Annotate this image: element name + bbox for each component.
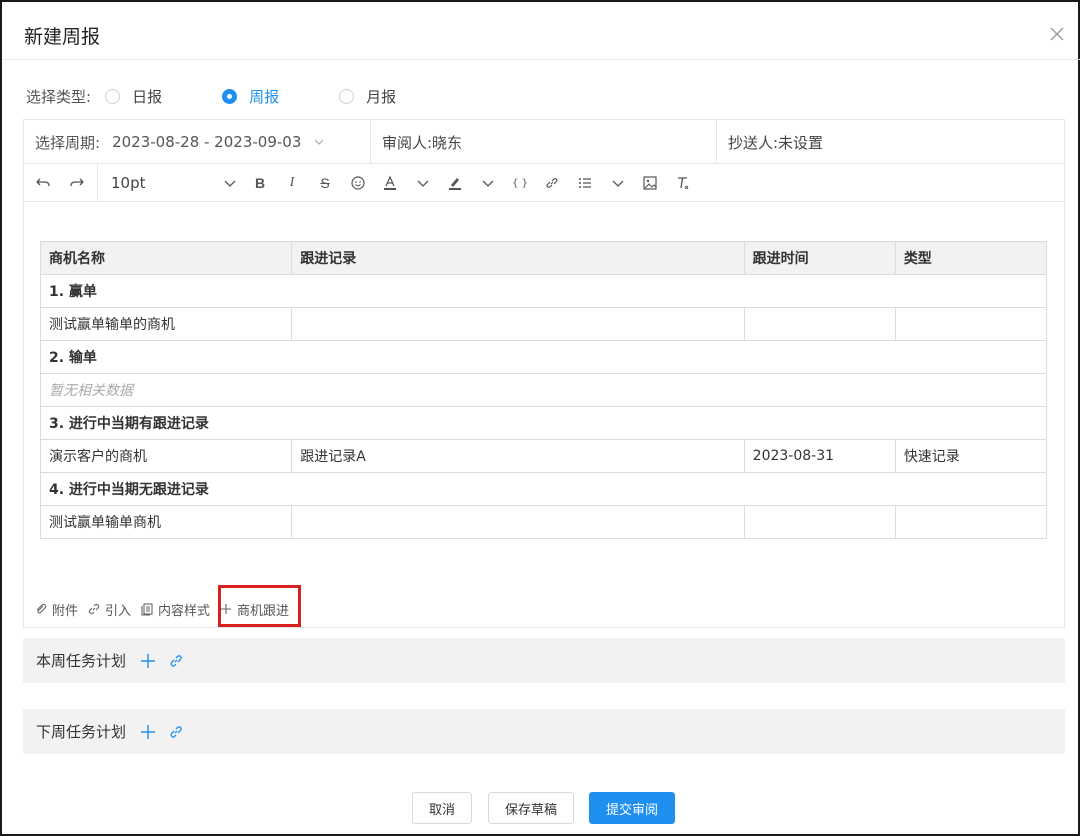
chevron-down-icon[interactable] xyxy=(414,174,432,192)
section-row: 2. 输单 xyxy=(40,340,1047,374)
section-row: 4. 进行中当期无跟进记录 xyxy=(40,472,1047,506)
radio-icon[interactable] xyxy=(105,88,121,104)
table-cell[interactable]: 测试赢单输单的商机 xyxy=(39,307,293,341)
column-header: 跟进记录 xyxy=(291,241,745,275)
font-size-select[interactable]: 10pt xyxy=(111,174,146,192)
clear-format-icon[interactable] xyxy=(674,174,692,192)
undo-icon[interactable] xyxy=(34,174,52,192)
plus-icon[interactable] xyxy=(140,653,156,669)
this-week-plan-title: 本周任务计划 xyxy=(36,652,127,670)
editor-toolbar: 10pt B I S { } xyxy=(24,164,1064,202)
attachment-label: 附件 xyxy=(52,603,79,619)
dialog-title: 新建周报 xyxy=(24,26,101,48)
reviewer-text: 审阅人:晓东 xyxy=(382,133,463,152)
content-style-label: 内容样式 xyxy=(158,603,211,619)
emoji-icon[interactable] xyxy=(349,174,367,192)
table-row: 测试赢单输单商机 xyxy=(39,505,1048,539)
section-title: 2. 输单 xyxy=(40,340,1047,374)
plus-icon[interactable] xyxy=(140,724,156,740)
reviewer-field[interactable]: 审阅人:晓东 xyxy=(371,120,717,164)
meta-row: 选择周期: 2023-08-28 - 2023-09-03 审阅人:晓东 抄送人… xyxy=(24,120,1064,164)
period-picker[interactable]: 选择周期: 2023-08-28 - 2023-09-03 xyxy=(24,120,371,164)
link-icon[interactable] xyxy=(543,174,561,192)
section-title: 3. 进行中当期有跟进记录 xyxy=(40,406,1047,440)
section-title: 4. 进行中当期无跟进记录 xyxy=(40,472,1047,506)
table-cell[interactable] xyxy=(743,505,896,539)
save-draft-button[interactable]: 保存草稿 xyxy=(488,792,574,824)
table-cell[interactable]: 演示客户的商机 xyxy=(39,439,293,473)
table-cell[interactable] xyxy=(291,505,745,539)
report-editor: 选择周期: 2023-08-28 - 2023-09-03 审阅人:晓东 抄送人… xyxy=(23,119,1065,628)
radio-monthly[interactable]: 月报 xyxy=(339,86,396,107)
cite-label: 引入 xyxy=(105,603,132,619)
chevron-down-icon[interactable] xyxy=(609,174,627,192)
table-cell[interactable] xyxy=(894,505,1048,539)
radio-label: 日报 xyxy=(132,87,163,106)
highlight-box xyxy=(218,585,301,627)
content-style-button[interactable]: 内容样式 xyxy=(140,600,210,619)
empty-placeholder: 暂无相关数据 xyxy=(40,373,1047,407)
title-divider xyxy=(4,59,1080,60)
radio-weekly[interactable]: 周报 xyxy=(222,86,279,107)
section-title: 1. 赢单 xyxy=(40,274,1047,308)
table-cell[interactable] xyxy=(291,307,745,341)
table-row: 演示客户的商机 跟进记录A 2023-08-31 快速记录 xyxy=(39,439,1048,473)
highlight-icon[interactable] xyxy=(446,174,464,192)
chevron-down-icon[interactable] xyxy=(479,174,497,192)
bold-icon[interactable]: B xyxy=(251,174,269,192)
code-icon[interactable]: { } xyxy=(511,174,529,192)
paperclip-icon xyxy=(36,603,47,614)
redo-icon[interactable] xyxy=(68,174,86,192)
radio-daily[interactable]: 日报 xyxy=(105,86,162,107)
table-header-row: 商机名称 跟进记录 跟进时间 类型 xyxy=(39,241,1048,275)
chevron-down-icon[interactable] xyxy=(313,136,325,148)
column-header: 商机名称 xyxy=(39,241,293,275)
table-cell[interactable] xyxy=(743,307,896,341)
table-cell[interactable] xyxy=(894,307,1048,341)
column-header: 类型 xyxy=(894,241,1048,275)
list-icon[interactable] xyxy=(576,174,594,192)
cc-text: 抄送人:未设置 xyxy=(728,133,824,152)
submit-review-button[interactable]: 提交审阅 xyxy=(589,792,675,824)
section-row: 1. 赢单 xyxy=(40,274,1047,308)
report-type-row: 选择类型: 日报 周报 月报 xyxy=(26,86,456,106)
link-icon[interactable] xyxy=(168,653,184,669)
attachment-button[interactable]: 附件 xyxy=(34,600,78,619)
report-type-label: 选择类型: xyxy=(26,87,92,106)
table-row: 测试赢单输单的商机 xyxy=(39,307,1048,341)
radio-selected-icon[interactable] xyxy=(222,88,238,104)
next-week-plan-title: 下周任务计划 xyxy=(36,723,127,741)
cancel-button[interactable]: 取消 xyxy=(412,792,472,824)
link-icon[interactable] xyxy=(168,724,184,740)
table-cell[interactable]: 快速记录 xyxy=(894,439,1048,473)
table-cell[interactable]: 跟进记录A xyxy=(291,439,745,473)
italic-icon[interactable]: I xyxy=(283,174,301,192)
period-label: 选择周期: xyxy=(35,133,101,152)
table-row: 暂无相关数据 xyxy=(40,373,1047,407)
close-icon[interactable] xyxy=(1047,24,1067,44)
opportunity-table: 商机名称 跟进记录 跟进时间 类型 1. 赢单 测试赢单输单的商机 2. 输单 … xyxy=(39,241,1048,539)
period-value[interactable]: 2023-08-28 - 2023-09-03 xyxy=(112,133,301,151)
column-header: 跟进时间 xyxy=(743,241,896,275)
link-icon xyxy=(88,603,100,615)
chevron-down-icon[interactable] xyxy=(221,174,239,192)
table-cell[interactable]: 2023-08-31 xyxy=(743,439,896,473)
table-cell[interactable]: 测试赢单输单商机 xyxy=(39,505,293,539)
toolbar-divider xyxy=(97,164,98,202)
this-week-plan-bar: 本周任务计划 xyxy=(23,638,1065,683)
radio-icon[interactable] xyxy=(339,88,355,104)
cite-button[interactable]: 引入 xyxy=(87,600,131,619)
radio-label: 月报 xyxy=(366,87,397,106)
radio-label: 周报 xyxy=(249,87,280,106)
strikethrough-icon[interactable]: S xyxy=(316,174,334,192)
section-row: 3. 进行中当期有跟进记录 xyxy=(40,406,1047,440)
font-color-icon[interactable] xyxy=(381,174,399,192)
image-icon[interactable] xyxy=(641,174,659,192)
next-week-plan-bar: 下周任务计划 xyxy=(23,709,1065,754)
document-icon xyxy=(141,603,153,616)
cc-field[interactable]: 抄送人:未设置 xyxy=(717,120,1064,164)
